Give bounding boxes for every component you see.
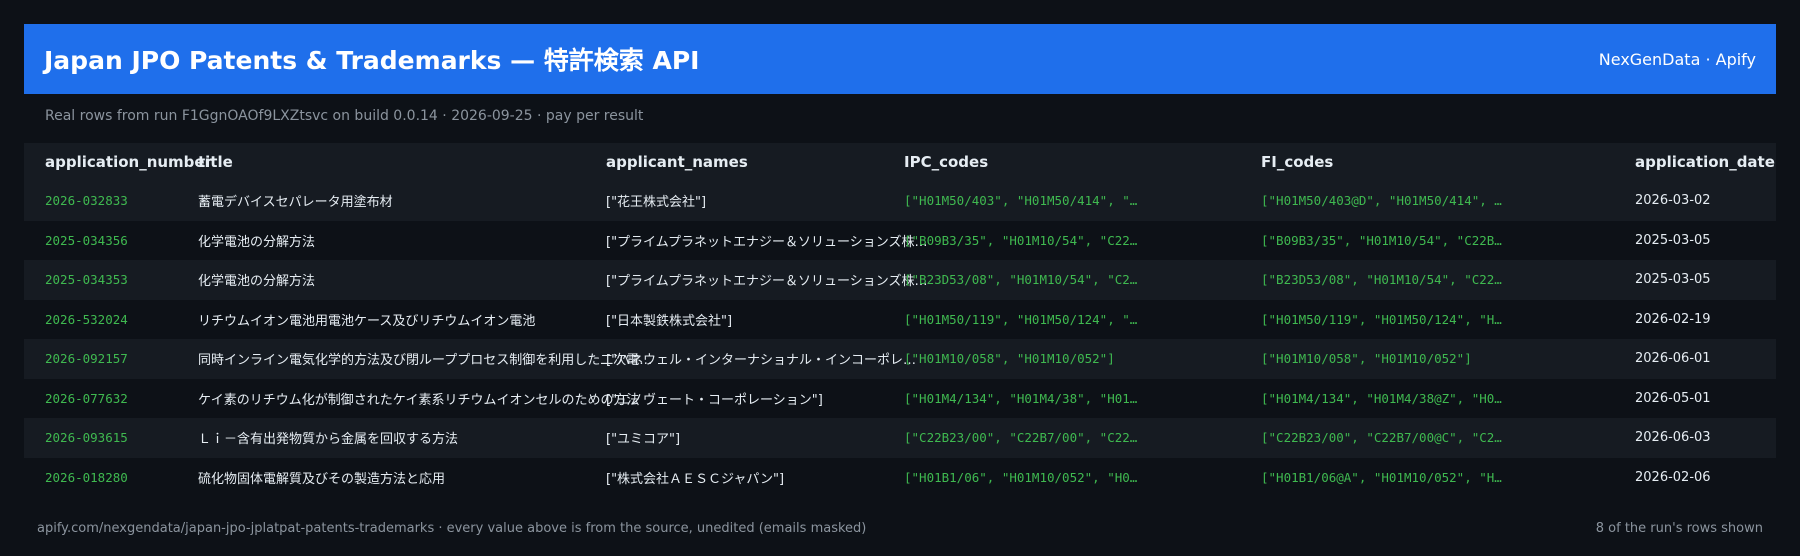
table-row[interactable]: 2026-077632 ケイ素のリチウム化が制御されたケイ素系リチウムイオンセル… [24, 378, 1776, 418]
title-cell: 化学電池の分解方法 [198, 274, 316, 290]
ipc-codes-cell: ["H01M50/119", "H01M50/124", "… [904, 311, 1138, 327]
footer-source-note: apify.com/nexgendata/japan-jpo-jplatpat-… [37, 521, 867, 536]
column-header-application-number[interactable]: application_number [45, 143, 212, 181]
applicant-names-cell: ["日本製鉄株式会社"] [606, 313, 733, 329]
application-number-cell: 2026-532024 [45, 311, 128, 327]
application-date-cell: 2025-03-05 [1635, 272, 1711, 288]
fi-codes-cell: ["H01M50/403@D", "H01M50/414", … [1261, 193, 1502, 209]
column-header-ipc-codes[interactable]: IPC_codes [904, 143, 988, 181]
ipc-codes-cell: ["B09B3/35", "H01M10/54", "C22… [904, 232, 1138, 248]
title-cell: 同時インライン電気化学的方法及び閉ループプロセス制御を利用した二次電… [198, 353, 653, 369]
ipc-codes-cell: ["H01M50/403", "H01M50/414", "… [904, 193, 1138, 209]
page-title: Japan JPO Patents & Trademarks — 特許検索 AP… [44, 46, 700, 75]
table-row[interactable]: 2026-532024 リチウムイオン電池用電池ケース及びリチウムイオン電池 [… [24, 299, 1776, 339]
applicant-names-cell: ["エノヴェート・コーポレーション"] [606, 392, 823, 408]
application-number-cell: 2026-093615 [45, 430, 128, 446]
application-date-cell: 2026-06-01 [1635, 351, 1711, 367]
column-header-applicant-names[interactable]: applicant_names [606, 143, 748, 181]
application-date-cell: 2026-05-01 [1635, 390, 1711, 406]
table-row[interactable]: 2026-092157 同時インライン電気化学的方法及び閉ループプロセス制御を利… [24, 339, 1776, 379]
title-cell: Ｌｉ－含有出発物質から金属を回収する方法 [198, 432, 459, 448]
ipc-codes-cell: ["H01B1/06", "H01M10/052", "H0… [904, 469, 1138, 485]
ipc-codes-cell: ["H01M10/058", "H01M10/052"] [904, 351, 1115, 367]
title-cell: ケイ素のリチウム化が制御されたケイ素系リチウムイオンセルのための方法 [198, 392, 640, 408]
column-header-application-date[interactable]: application_date [1635, 143, 1775, 181]
column-header-title[interactable]: title [198, 143, 233, 181]
application-date-cell: 2025-03-05 [1635, 232, 1711, 248]
application-number-cell: 2026-077632 [45, 390, 128, 406]
application-date-cell: 2026-03-02 [1635, 193, 1711, 209]
title-cell: 化学電池の分解方法 [198, 234, 316, 250]
ipc-codes-cell: ["B23D53/08", "H01M10/54", "C2… [904, 272, 1138, 288]
applicant-names-cell: ["プライムプラネットエナジー＆ソリューションズ株… [606, 234, 928, 250]
application-number-cell: 2025-034353 [45, 272, 128, 288]
fi-codes-cell: ["H01B1/06@A", "H01M10/052", "H… [1261, 469, 1502, 485]
fi-codes-cell: ["B23D53/08", "H01M10/54", "C22… [1261, 272, 1502, 288]
application-number-cell: 2025-034356 [45, 232, 128, 248]
header-bar: Japan JPO Patents & Trademarks — 特許検索 AP… [24, 24, 1776, 94]
fi-codes-cell: ["B09B3/35", "H01M10/54", "C22B… [1261, 232, 1502, 248]
table-header-row: application_number title applicant_names… [24, 143, 1776, 181]
fi-codes-cell: ["H01M50/119", "H01M50/124", "H… [1261, 311, 1502, 327]
ipc-codes-cell: ["H01M4/134", "H01M4/38", "H01… [904, 390, 1138, 406]
run-subtitle: Real rows from run F1GgnOAOf9LXZtsvc on … [45, 108, 644, 124]
fi-codes-cell: ["H01M10/058", "H01M10/052"] [1261, 351, 1472, 367]
footer: apify.com/nexgendata/japan-jpo-jplatpat-… [37, 521, 1763, 536]
applicant-names-cell: ["花王株式会社"] [606, 195, 707, 211]
application-date-cell: 2026-02-06 [1635, 469, 1711, 485]
table-row[interactable]: 2026-093615 Ｌｉ－含有出発物質から金属を回収する方法 ["ユミコア"… [24, 418, 1776, 458]
table-row[interactable]: 2026-032833 蓄電デバイスセパレータ用塗布材 ["花王株式会社"] [… [24, 181, 1776, 221]
ipc-codes-cell: ["C22B23/00", "C22B7/00", "C22… [904, 430, 1138, 446]
fi-codes-cell: ["C22B23/00", "C22B7/00@C", "C2… [1261, 430, 1502, 446]
applicant-names-cell: ["株式会社ＡＥＳＣジャパン"] [606, 471, 785, 487]
title-cell: 硫化物固体電解質及びその製造方法と応用 [198, 471, 446, 487]
applicant-names-cell: ["ユミコア"] [606, 432, 681, 448]
brand-label: NexGenData · Apify [1598, 49, 1756, 69]
fi-codes-cell: ["H01M4/134", "H01M4/38@Z", "H0… [1261, 390, 1502, 406]
application-date-cell: 2026-02-19 [1635, 311, 1711, 327]
applicant-names-cell: ["ハネウェル・インターナショナル・インコーポレ… [606, 353, 917, 369]
applicant-names-cell: ["プライムプラネットエナジー＆ソリューションズ株… [606, 274, 928, 290]
application-date-cell: 2026-06-03 [1635, 430, 1711, 446]
results-table: application_number title applicant_names… [24, 143, 1776, 497]
column-header-fi-codes[interactable]: FI_codes [1261, 143, 1333, 181]
application-number-cell: 2026-092157 [45, 351, 128, 367]
table-row[interactable]: 2026-018280 硫化物固体電解質及びその製造方法と応用 ["株式会社ＡＥ… [24, 457, 1776, 497]
title-cell: 蓄電デバイスセパレータ用塗布材 [198, 195, 393, 211]
title-cell: リチウムイオン電池用電池ケース及びリチウムイオン電池 [198, 313, 536, 329]
table-row[interactable]: 2025-034353 化学電池の分解方法 ["プライムプラネットエナジー＆ソリ… [24, 260, 1776, 300]
table-row[interactable]: 2025-034356 化学電池の分解方法 ["プライムプラネットエナジー＆ソリ… [24, 220, 1776, 260]
footer-row-count: 8 of the run's rows shown [1595, 521, 1763, 536]
application-number-cell: 2026-032833 [45, 193, 128, 209]
application-number-cell: 2026-018280 [45, 469, 128, 485]
